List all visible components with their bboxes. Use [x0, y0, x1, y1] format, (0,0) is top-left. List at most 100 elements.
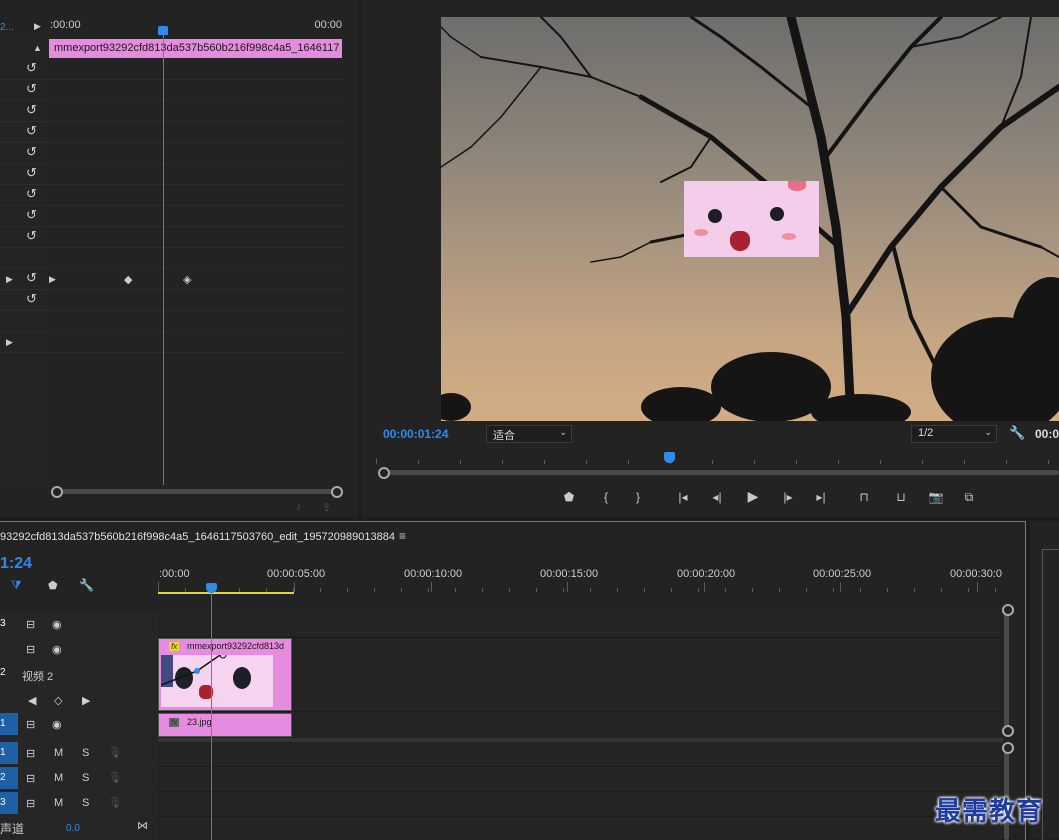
- bowtie-icon[interactable]: ⋈: [137, 819, 148, 832]
- collapse-up-icon[interactable]: ▲: [33, 43, 42, 53]
- lift-icon[interactable]: ⊓: [855, 489, 873, 505]
- wrench-icon[interactable]: 🔧: [1009, 425, 1025, 441]
- timeline-ruler[interactable]: :00:00 00:00:05:00 00:00:10:00 00:00:15:…: [158, 564, 1006, 594]
- v2-clip[interactable]: fx mmexport93292cfd813d: [158, 638, 292, 711]
- row-divider: [0, 184, 344, 185]
- reset-icon[interactable]: ↺: [26, 103, 40, 117]
- reset-icon[interactable]: ↺: [26, 229, 40, 243]
- track-a3-label[interactable]: 3: [0, 792, 18, 814]
- reset-icon[interactable]: ↺: [26, 145, 40, 159]
- go-to-in-icon[interactable]: |◂: [674, 489, 692, 505]
- program-timecode[interactable]: 00:00:01:24: [383, 427, 448, 441]
- timeline-panel: 93292cfd813da537b560b216f998c4a5_1646117…: [0, 521, 1026, 840]
- scroll-handle-left[interactable]: [51, 486, 63, 498]
- scroll-handle-left[interactable]: [378, 467, 390, 479]
- play-triangle-icon[interactable]: ▶: [34, 21, 41, 32]
- panel-menu-icon[interactable]: ≡: [399, 529, 406, 543]
- work-area-bar[interactable]: [158, 592, 294, 594]
- audio-icon[interactable]: ♪: [296, 501, 302, 513]
- timeline-playhead-handle[interactable]: [206, 583, 217, 593]
- eye-icon[interactable]: ◉: [52, 643, 62, 656]
- play-icon[interactable]: ▶: [744, 488, 762, 504]
- effect-controls-scrollbar[interactable]: [55, 489, 335, 494]
- sticker-eye-right: [770, 207, 784, 221]
- scroll-handle-top[interactable]: [1002, 742, 1014, 754]
- keyframe-diamond-icon[interactable]: ◆: [124, 273, 132, 286]
- master-volume-value[interactable]: 0.0: [66, 823, 80, 834]
- effect-clip-label: mmexport93292cfd813da537b560b216f998c4a5…: [54, 42, 340, 54]
- mute-button[interactable]: M: [54, 747, 63, 759]
- scroll-handle-right[interactable]: [331, 486, 343, 498]
- reset-icon[interactable]: ↺: [26, 61, 40, 75]
- sequence-tab-title[interactable]: 93292cfd813da537b560b216f998c4a5_1646117…: [0, 531, 395, 543]
- track-v1-label[interactable]: 1: [0, 713, 18, 735]
- program-scrollbar[interactable]: [386, 470, 1059, 475]
- mute-button[interactable]: M: [54, 772, 63, 784]
- ruler-label: 00:00:25:00: [813, 568, 872, 580]
- add-keyframe-icon[interactable]: ◇: [54, 694, 62, 707]
- solo-button[interactable]: S: [82, 797, 89, 809]
- reset-icon[interactable]: ↺: [26, 124, 40, 138]
- reset-icon[interactable]: ↺: [26, 208, 40, 222]
- reset-icon[interactable]: ↺: [26, 271, 40, 285]
- add-marker-icon[interactable]: ⬟: [561, 489, 577, 505]
- effect-playhead-handle[interactable]: [158, 26, 168, 35]
- scroll-handle-top[interactable]: [1002, 604, 1014, 616]
- step-forward-icon[interactable]: |▸: [779, 489, 797, 505]
- eye-icon[interactable]: ◉: [52, 718, 62, 731]
- solo-button[interactable]: S: [82, 747, 89, 759]
- program-playhead-handle[interactable]: [664, 452, 675, 463]
- marker-icon[interactable]: ⬟: [48, 579, 58, 592]
- toggle-sync-icon[interactable]: ⊟: [26, 643, 35, 656]
- next-keyframe-icon[interactable]: ▶: [82, 694, 90, 707]
- reset-icon[interactable]: ↺: [26, 82, 40, 96]
- timeline-timecode[interactable]: 1:24: [0, 555, 32, 573]
- track-a1-label[interactable]: 1: [0, 742, 18, 764]
- toggle-sync-icon[interactable]: ⊟: [26, 718, 35, 731]
- toggle-sync-icon[interactable]: ⊟: [26, 618, 35, 631]
- export-icon[interactable]: ⇪: [322, 501, 331, 514]
- microphone-icon[interactable]: 🎙: [108, 796, 122, 809]
- snap-icon[interactable]: ⧩: [11, 578, 22, 593]
- effect-controls-tab[interactable]: 2... ▶: [0, 18, 48, 38]
- toggle-sync-icon[interactable]: ⊟: [26, 797, 35, 810]
- resolution-dropdown[interactable]: 1/2 ⌄: [911, 425, 997, 443]
- track-a2-label[interactable]: 2: [0, 767, 18, 789]
- effect-clip-bar[interactable]: mmexport93292cfd813da537b560b216f998c4a5…: [49, 39, 342, 58]
- extract-icon[interactable]: ⊔: [892, 489, 910, 505]
- zoom-dropdown[interactable]: 适合 ⌄: [486, 425, 572, 443]
- compare-view-icon[interactable]: ⧉: [960, 489, 978, 505]
- microphone-icon[interactable]: 🎙: [108, 771, 122, 784]
- expand-triangle-icon[interactable]: ▶: [6, 274, 13, 285]
- program-video-frame[interactable]: [441, 17, 1059, 421]
- effect-controls-ruler[interactable]: :00:00 00:00: [49, 17, 344, 38]
- wrench-icon[interactable]: 🔧: [79, 578, 94, 592]
- toggle-sync-icon[interactable]: ⊟: [26, 747, 35, 760]
- microphone-icon[interactable]: 🎙: [108, 746, 122, 759]
- step-back-icon[interactable]: ◂|: [708, 489, 726, 505]
- mark-in-icon[interactable]: {: [598, 489, 614, 505]
- mark-out-icon[interactable]: }: [630, 489, 646, 505]
- eye-icon[interactable]: ◉: [52, 618, 62, 631]
- video-tracks-scrollbar[interactable]: [1004, 605, 1009, 731]
- reset-icon[interactable]: ↺: [26, 166, 40, 180]
- scroll-handle-bottom[interactable]: [1002, 725, 1014, 737]
- ruler-label: 00:00:30:0: [950, 568, 1002, 580]
- program-mini-ruler[interactable]: [376, 452, 1059, 466]
- row-divider: [0, 79, 344, 80]
- keyframe-half-diamond-icon[interactable]: ◈: [183, 273, 191, 286]
- go-to-out-icon[interactable]: ▸|: [812, 489, 830, 505]
- toggle-sync-icon[interactable]: ⊟: [26, 772, 35, 785]
- v1-clip[interactable]: fx 23.jpg: [158, 713, 292, 737]
- prev-keyframe-icon[interactable]: ◀: [28, 694, 36, 707]
- keyframe-nav-icon[interactable]: ▶: [49, 274, 56, 285]
- reset-icon[interactable]: ↺: [26, 292, 40, 306]
- reset-icon[interactable]: ↺: [26, 187, 40, 201]
- mute-button[interactable]: M: [54, 797, 63, 809]
- track-v2-label[interactable]: 2: [0, 662, 18, 684]
- sticker-image[interactable]: [684, 181, 819, 257]
- camera-icon[interactable]: 📷: [927, 489, 945, 505]
- expand-triangle-icon[interactable]: ▶: [6, 337, 13, 348]
- solo-button[interactable]: S: [82, 772, 89, 784]
- track-v3-label[interactable]: 3: [0, 613, 18, 635]
